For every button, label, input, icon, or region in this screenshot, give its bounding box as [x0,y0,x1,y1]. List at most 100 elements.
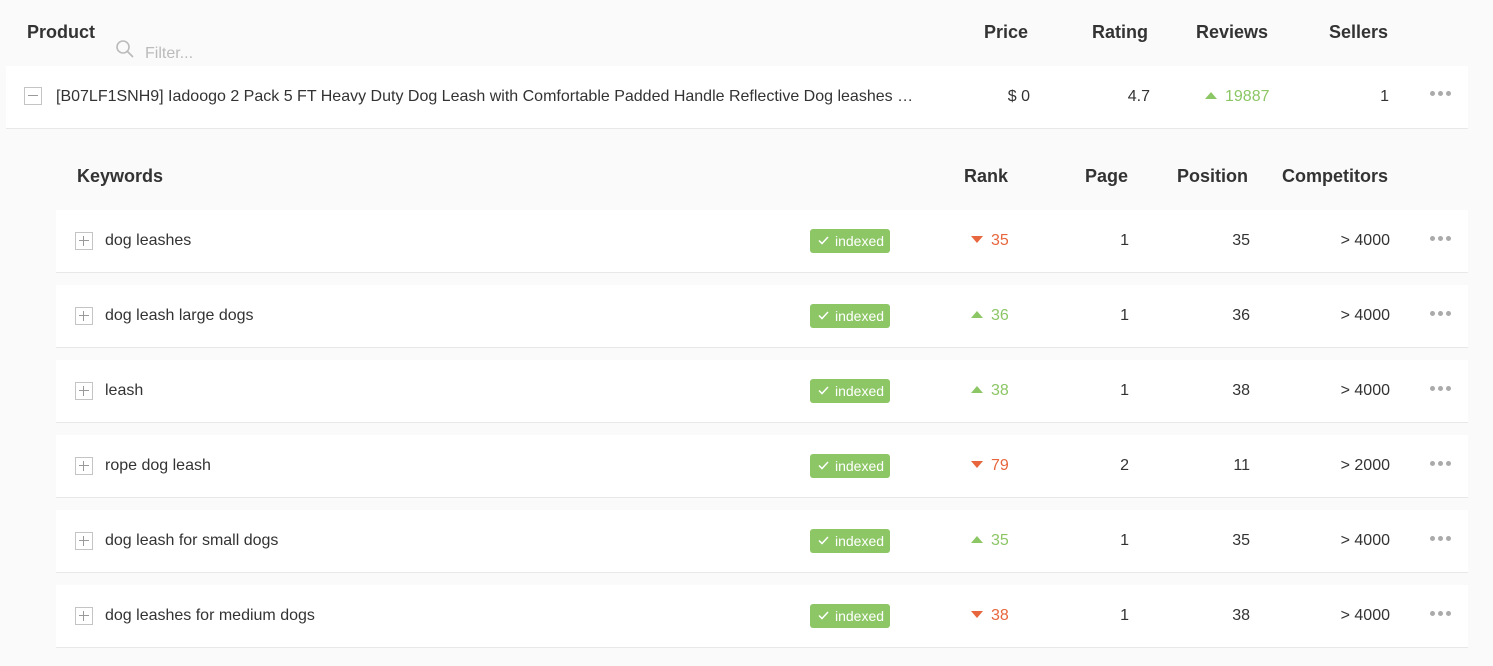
product-rating: 4.7 [1127,88,1150,105]
keyword-text[interactable]: dog leash large dogs [105,306,254,326]
page-value: 1 [1120,307,1129,324]
sellers-column-header[interactable]: Sellers [1298,22,1388,42]
position-value: 35 [1232,232,1250,249]
rank-column-header[interactable]: Rank [918,166,1008,186]
competitors-value: > 4000 [1340,382,1390,399]
more-horizontal-icon[interactable] [1430,91,1452,97]
product-sellers: 1 [1380,88,1389,105]
position-value: 11 [1233,457,1250,474]
more-horizontal-icon[interactable] [1430,236,1452,242]
competitors-column-header[interactable]: Competitors [1268,166,1388,186]
check-icon [818,311,829,320]
rank-value: 35 [971,531,1051,551]
status-badge: indexed [810,454,890,478]
product-reviews: 19887 [1205,87,1295,107]
product-price: $ 0 [1007,88,1030,105]
position-column-header[interactable]: Position [1148,166,1248,186]
product-title[interactable]: [B07LF1SNH9] Iadoogo 2 Pack 5 FT Heavy D… [56,87,916,107]
triangle-up-icon [971,386,983,393]
rank-value: 38 [971,606,1051,626]
page-value: 1 [1120,382,1129,399]
status-badge: indexed [810,229,890,253]
rank-number: 35 [991,232,1009,249]
plus-square-icon[interactable] [75,232,93,250]
status-badge: indexed [810,304,890,328]
keyword-text[interactable]: dog leash for small dogs [105,531,278,551]
status-label: indexed [835,458,885,474]
status-label: indexed [835,608,885,624]
check-icon [818,611,829,620]
page-value: 1 [1120,532,1129,549]
keyword-text[interactable]: rope dog leash [105,456,211,476]
rating-column-header[interactable]: Rating [1058,22,1148,42]
keyword-row[interactable]: dog leash for small dogs indexed 35 1 35… [56,510,1468,573]
reviews-value: 19887 [1225,88,1270,105]
triangle-up-icon [971,536,983,543]
competitors-value: > 4000 [1340,607,1390,624]
keyword-text[interactable]: leash [105,381,143,401]
product-table-header: Product Price Rating Reviews Sellers [0,22,1493,68]
plus-square-icon[interactable] [75,532,93,550]
status-label: indexed [835,533,885,549]
triangle-up-icon [1205,92,1217,99]
keyword-row[interactable]: dog leash large dogs indexed 36 1 36 > 4… [56,285,1468,348]
rank-number: 38 [991,607,1009,624]
check-icon [818,236,829,245]
position-value: 36 [1232,307,1250,324]
competitors-value: > 2000 [1340,457,1390,474]
status-label: indexed [835,383,885,399]
more-horizontal-icon[interactable] [1430,311,1452,317]
page-column-header[interactable]: Page [1038,166,1128,186]
competitors-value: > 4000 [1340,307,1390,324]
status-label: indexed [835,233,885,249]
page-value: 1 [1120,232,1129,249]
plus-square-icon[interactable] [75,457,93,475]
rank-number: 36 [991,307,1009,324]
keyword-row[interactable]: rope dog leash indexed 79 2 11 > 2000 [56,435,1468,498]
check-icon [818,536,829,545]
filter-input[interactable] [145,43,465,65]
status-label: indexed [835,308,885,324]
keyword-text[interactable]: dog leashes for medium dogs [105,606,315,626]
product-row[interactable]: [B07LF1SNH9] Iadoogo 2 Pack 5 FT Heavy D… [6,66,1468,129]
rank-number: 35 [991,532,1009,549]
rank-value: 35 [971,231,1051,251]
position-value: 35 [1232,532,1250,549]
status-badge: indexed [810,529,890,553]
triangle-up-icon [971,311,983,318]
status-badge: indexed [810,379,890,403]
triangle-down-icon [971,461,983,468]
keyword-row[interactable]: dog leashes for medium dogs indexed 38 1… [56,585,1468,648]
triangle-down-icon [971,236,983,243]
plus-square-icon[interactable] [75,382,93,400]
more-horizontal-icon[interactable] [1430,536,1452,542]
more-horizontal-icon[interactable] [1430,611,1452,617]
keyword-row[interactable]: leash indexed 38 1 38 > 4000 [56,360,1468,423]
competitors-value: > 4000 [1340,532,1390,549]
price-column-header[interactable]: Price [948,22,1028,42]
filter-field[interactable] [115,37,473,68]
rank-number: 38 [991,382,1009,399]
keyword-row[interactable]: dog leashes indexed 35 1 35 > 4000 [56,210,1468,273]
rank-value: 79 [971,456,1051,476]
more-horizontal-icon[interactable] [1430,386,1452,392]
rank-number: 79 [991,457,1009,474]
plus-square-icon[interactable] [75,307,93,325]
check-icon [818,386,829,395]
search-icon [116,40,134,58]
page-value: 2 [1120,457,1129,474]
reviews-column-header[interactable]: Reviews [1168,22,1268,42]
keyword-text[interactable]: dog leashes [105,231,191,251]
competitors-value: > 4000 [1340,232,1390,249]
more-horizontal-icon[interactable] [1430,461,1452,467]
triangle-down-icon [971,611,983,618]
product-column-header: Product [27,22,96,42]
rank-value: 36 [971,306,1051,326]
position-value: 38 [1232,607,1250,624]
minus-square-icon[interactable] [24,87,42,105]
check-icon [818,461,829,470]
position-value: 38 [1232,382,1250,399]
keywords-column-header: Keywords [77,166,164,186]
page-value: 1 [1120,607,1129,624]
plus-square-icon[interactable] [75,607,93,625]
